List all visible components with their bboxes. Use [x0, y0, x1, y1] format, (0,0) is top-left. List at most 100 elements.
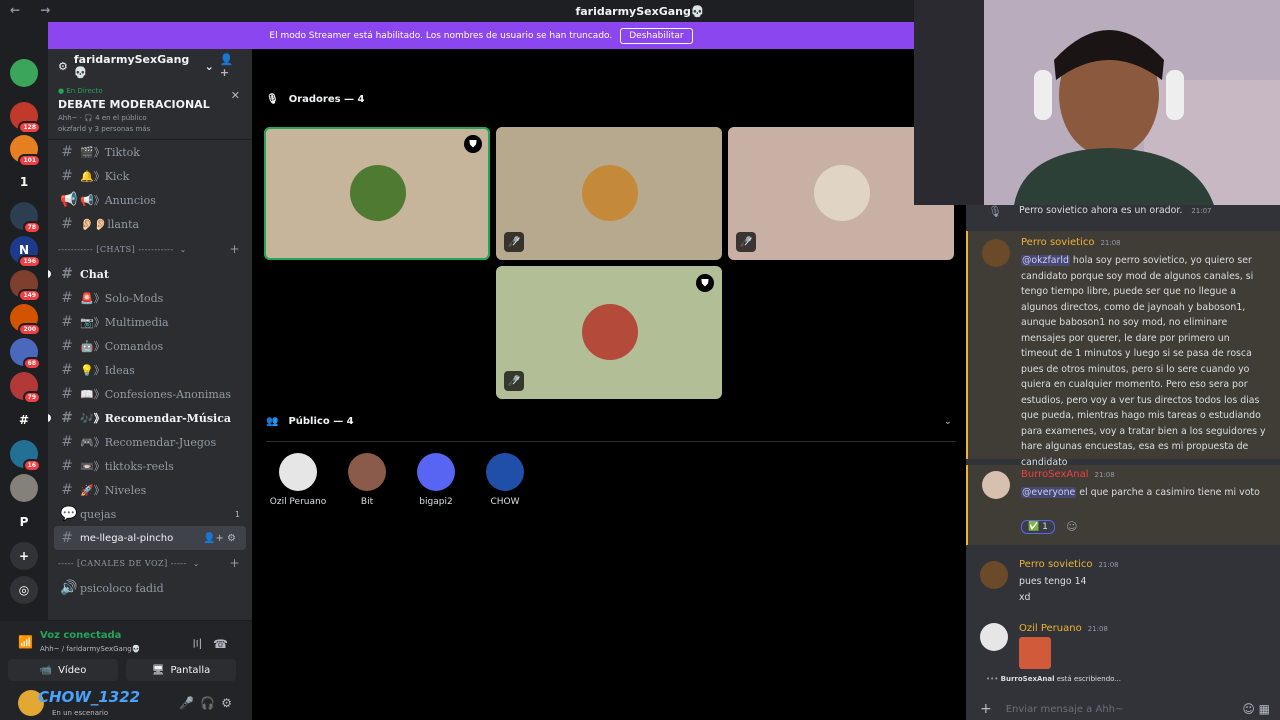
author-name[interactable]: Perro sovietico — [1019, 559, 1092, 570]
server-icon[interactable] — [10, 59, 38, 87]
avatar — [350, 165, 406, 221]
channel-item[interactable]: # 🎶》Recomendar-Música — [48, 406, 252, 430]
server-icon[interactable]: 68 — [10, 338, 41, 370]
channel-item[interactable]: # 🎮》Recomendar-Juegos — [48, 430, 252, 454]
chevron-down-icon[interactable]: ⌄ — [944, 416, 952, 427]
message-input[interactable]: + Enviar mensaje a Ahh~ ☺ ▦ — [980, 697, 1270, 720]
channel-settings-icon[interactable]: 👤+ ⚙ — [203, 533, 236, 544]
typing-text: está escribiendo... — [1054, 675, 1121, 683]
audience-member[interactable]: bigapi2 — [406, 453, 466, 507]
channel-item[interactable]: 📢 📢》Anuncios — [48, 188, 252, 212]
disable-streamer-button[interactable]: Deshabilitar — [620, 27, 693, 44]
channel-quejas[interactable]: 💬 quejas 1 — [48, 502, 252, 526]
settings-icon[interactable]: 🎤🎧⚙ — [179, 696, 238, 710]
server-icon[interactable]: ◎ — [10, 576, 38, 604]
message-body: el que parche a casimiro tiene mi voto — [1076, 487, 1260, 498]
channel-item[interactable]: # 💡》Ideas — [48, 358, 252, 382]
audience-member[interactable]: CHOW — [475, 453, 535, 507]
channel-item[interactable]: # 📷》Multimedia — [48, 310, 252, 334]
message-author[interactable]: Perro sovietico 21:08 — [1021, 237, 1121, 248]
typing-user: BurroSexAnal — [1000, 675, 1055, 683]
speaker-tile[interactable]: ⛊ — [264, 127, 490, 260]
channel-item[interactable]: # 🚀》Niveles — [48, 478, 252, 502]
mention-badge: 68 — [22, 357, 41, 370]
server-icon[interactable]: 79 — [10, 372, 41, 404]
category-chats[interactable]: ----------- [CHATS] ----------- ⌄ + — [48, 236, 252, 262]
emoji-icon[interactable]: ☺ ▦ — [1242, 702, 1270, 716]
server-icon[interactable]: 16 — [10, 440, 41, 472]
chat-message: BurroSexAnal 21:08 @everyone el que parch… — [966, 465, 1280, 545]
mention-badge: 78 — [22, 221, 41, 234]
avatar[interactable] — [980, 561, 1008, 589]
channel-item[interactable]: # 🚨》Solo-Mods — [48, 286, 252, 310]
server-icon[interactable]: # — [10, 406, 38, 434]
message-input-placeholder: Enviar mensaje a Ahh~ — [1005, 703, 1124, 715]
channel-label: 🤖》Comandos — [80, 340, 164, 353]
server-label: P — [19, 515, 29, 529]
channel-item[interactable]: # 🔔》Kick — [48, 164, 252, 188]
disconnect-icon[interactable]: 〣☎ — [191, 635, 238, 652]
add-reaction-icon[interactable]: ☺ — [1066, 520, 1077, 533]
close-icon[interactable]: ✕ — [231, 89, 240, 102]
author-name[interactable]: Perro sovietico — [1021, 237, 1094, 248]
server-icon[interactable]: 101 — [10, 135, 41, 167]
live-stage-card[interactable]: ● En Directo DEBATE MODERACIONAL Ahh~ · … — [48, 83, 252, 140]
voice-channel[interactable]: 🔊 psicoloco fadid — [48, 576, 252, 600]
server-label: ◎ — [18, 583, 30, 597]
server-icon[interactable] — [10, 474, 38, 502]
invite-icon[interactable]: 👤+ — [220, 53, 242, 79]
author-name[interactable]: BurroSexAnal — [1021, 469, 1088, 480]
typing-indicator: ••• BurroSexAnal está escribiendo... — [986, 675, 1121, 683]
channel-item[interactable]: # 👂🏻👂🏻llanta — [48, 212, 252, 236]
mention[interactable]: @okzfarld — [1021, 255, 1070, 266]
category-voice[interactable]: ----- [CANALES DE VOZ] ----- ⌄ + — [48, 550, 252, 576]
screen-share-button[interactable]: 🖥 Pantalla — [126, 659, 236, 681]
channel-me-llega-al-pincho[interactable]: # me-llega-al-pincho 👤+ ⚙ — [54, 526, 246, 550]
add-channel-icon[interactable]: + — [229, 242, 240, 256]
mention-badge: 101 — [18, 154, 41, 167]
message-author[interactable]: BurroSexAnal 21:08 — [1021, 469, 1115, 480]
avatar[interactable] — [980, 623, 1008, 651]
server-header[interactable]: ⚙ faridarmySexGang💀 ⌄ 👤+ — [48, 49, 252, 83]
message-author[interactable]: Perro sovietico 21:08 — [1019, 559, 1119, 570]
channel-item[interactable]: # 📼》tiktoks-reels — [48, 454, 252, 478]
voice-location[interactable]: Ahh~ / faridarmySexGang💀 — [40, 645, 140, 653]
server-icon[interactable]: 1 — [10, 168, 38, 196]
server-icon[interactable]: 128 — [10, 102, 41, 134]
username[interactable]: CHOW_1322 — [38, 688, 140, 706]
reaction[interactable]: ✅ 1 — [1021, 520, 1055, 534]
channel-label: 📼》tiktoks-reels — [80, 460, 174, 473]
channel-item[interactable]: # 🤖》Comandos — [48, 334, 252, 358]
server-icon[interactable]: 78 — [10, 202, 41, 234]
server-icon[interactable]: P — [10, 508, 38, 536]
speaker-tile[interactable]: ⛊ 🎤̸ — [496, 266, 722, 399]
mention[interactable]: @everyone — [1021, 487, 1077, 498]
server-icon[interactable]: 149 — [10, 270, 41, 302]
avatar[interactable] — [982, 471, 1010, 499]
sticker-image[interactable] — [1019, 637, 1051, 669]
speaker-tile[interactable]: 🎤̸ — [496, 127, 722, 260]
audience-member[interactable]: Ozil Peruano — [268, 453, 328, 507]
nav-arrows[interactable]: ← → — [10, 3, 58, 17]
app-root: ← → faridarmySexGang💀 El modo Streamer e… — [0, 0, 1280, 720]
server-icon[interactable]: + — [10, 542, 38, 570]
discord-icon[interactable] — [10, 27, 38, 55]
server-icon[interactable]: 200 — [10, 304, 41, 336]
mention-badge: 200 — [18, 323, 41, 336]
hash-icon: # — [61, 290, 73, 306]
speakers-title: Oradores — 4 — [288, 94, 365, 105]
timestamp: 21:07 — [1191, 207, 1212, 215]
add-attachment-icon[interactable]: + — [980, 701, 992, 717]
channel-item[interactable]: # 📖》Confesiones-Anonimas — [48, 382, 252, 406]
server-icon[interactable]: N 196 — [10, 236, 41, 268]
audience-member[interactable]: Bit — [337, 453, 397, 507]
message-author[interactable]: Ozil Peruano 21:08 — [1019, 623, 1108, 634]
channel-item[interactable]: # 🎬》Tiktok — [48, 140, 252, 164]
author-name[interactable]: Ozil Peruano — [1019, 623, 1082, 634]
hash-icon: # — [61, 434, 73, 450]
channel-label: me-llega-al-pincho — [80, 532, 174, 544]
video-button[interactable]: 📹 Vídeo — [8, 659, 118, 681]
add-channel-icon[interactable]: + — [229, 556, 240, 570]
channel-item[interactable]: # Chat — [48, 262, 252, 286]
avatar[interactable] — [982, 239, 1010, 267]
